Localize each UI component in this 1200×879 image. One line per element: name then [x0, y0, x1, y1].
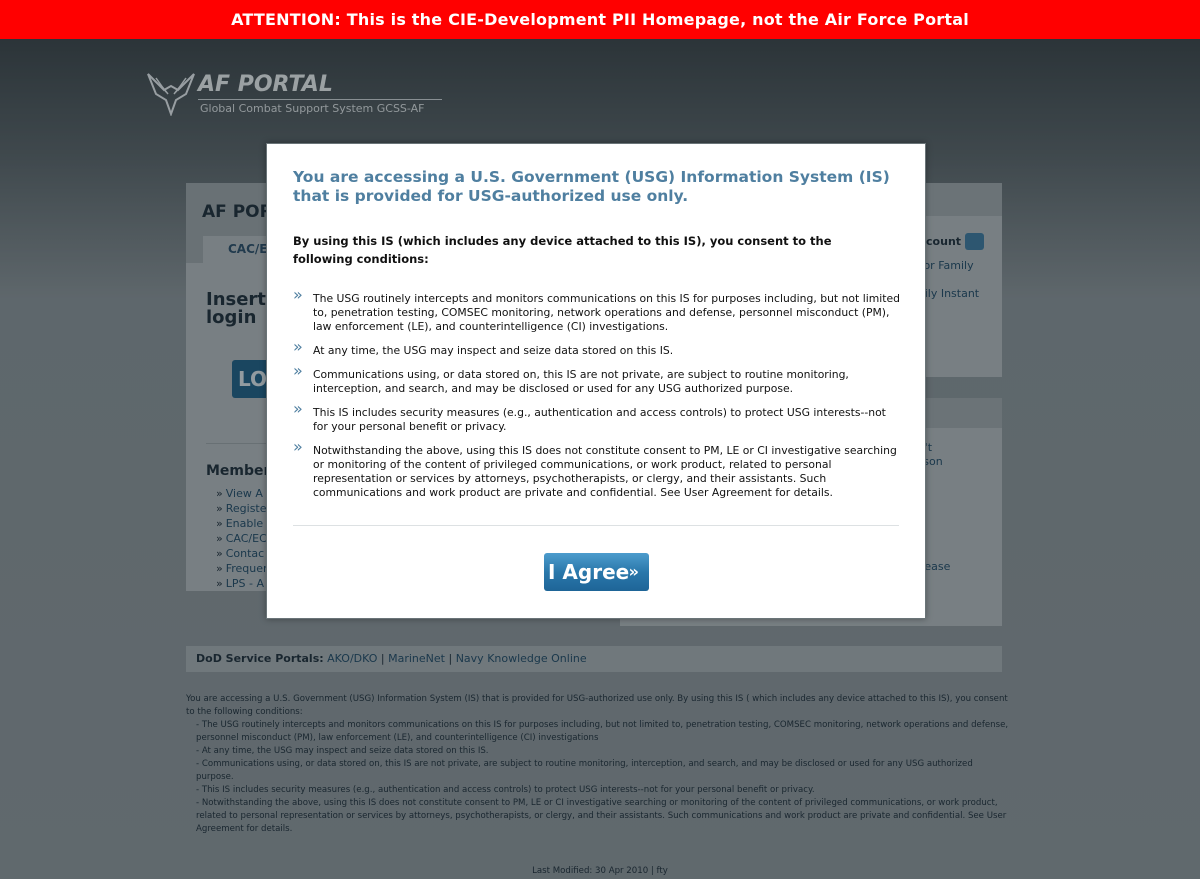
chevron-icon: »	[293, 285, 303, 304]
consent-dialog: You are accessing a U.S. Government (USG…	[266, 143, 926, 619]
dialog-divider	[293, 525, 899, 526]
condition-item: » The USG routinely intercepts and monito…	[293, 285, 900, 334]
chevron-icon: »	[293, 399, 303, 418]
dialog-title: You are accessing a U.S. Government (USG…	[293, 168, 890, 205]
chevron-icon: »	[293, 337, 303, 356]
dialog-intro: By using this IS (which includes any dev…	[293, 234, 832, 266]
condition-item: » This IS includes security measures (e.g…	[293, 399, 886, 434]
condition-item: » At any time, the USG may inspect and se…	[293, 337, 674, 358]
condition-item: » Communications using, or data stored on…	[293, 361, 849, 396]
chevron-icon: »	[293, 437, 303, 456]
chevron-right-icon: »	[628, 562, 639, 581]
conditions-list: » The USG routinely intercepts and monito…	[293, 285, 903, 510]
attention-banner: ATTENTION: This is the CIE-Development P…	[0, 0, 1200, 39]
chevron-icon: »	[293, 361, 303, 380]
i-agree-button[interactable]: I Agree »	[544, 553, 649, 591]
condition-item: » Notwithstanding the above, using this I…	[293, 437, 897, 500]
i-agree-label: I Agree	[548, 560, 630, 584]
